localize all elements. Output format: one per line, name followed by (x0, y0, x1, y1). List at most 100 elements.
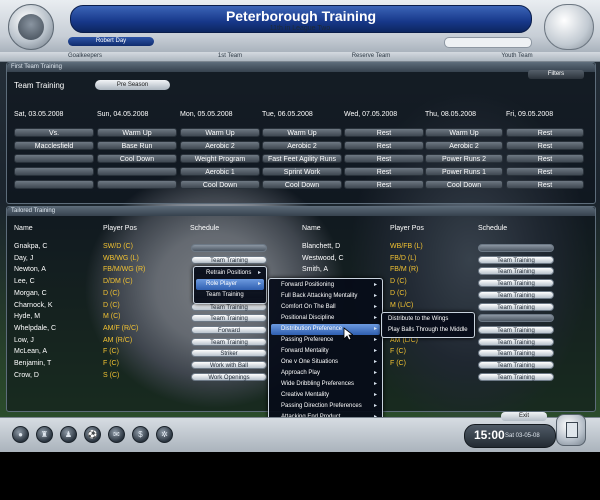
menu-item-role[interactable]: Positional Discipline ▸ (271, 313, 380, 324)
training-slot[interactable]: Sprint Work (262, 167, 342, 176)
training-slot[interactable]: Macclesfield (14, 141, 94, 150)
player-name[interactable]: Benjamin, T (14, 360, 51, 367)
training-slot[interactable]: Weight Program (180, 154, 260, 163)
training-slot[interactable]: Fast Feet Agility Runs (262, 154, 342, 163)
schedule-dropdown[interactable]: Striker (191, 349, 267, 357)
training-slot[interactable]: Aerobic 2 (262, 141, 342, 150)
schedule-dropdown[interactable]: Team Training (478, 303, 554, 311)
training-slot[interactable]: Aerobic 2 (180, 141, 260, 150)
training-slot[interactable]: Aerobic 2 (425, 141, 503, 150)
player-name[interactable]: Smith, A (302, 266, 328, 273)
schedule-dropdown[interactable]: Team Training (478, 256, 554, 264)
training-slot[interactable]: Rest (506, 167, 584, 176)
menu-item-role[interactable]: Passing Preference ▸ (271, 335, 380, 346)
filters-button[interactable]: Filters (528, 70, 584, 79)
player-selector[interactable]: Robert Day (68, 37, 154, 46)
menu-item-role[interactable]: Full Back Attacking Mentality ▸ (271, 291, 380, 302)
training-slot[interactable]: Rest (506, 180, 584, 189)
training-slot[interactable]: Rest (344, 141, 424, 150)
schedule-dropdown[interactable]: Team Training (478, 338, 554, 346)
schedule-dropdown[interactable]: Team Training (478, 267, 554, 275)
player-name[interactable]: Gnakpa, C (14, 243, 47, 250)
player-name[interactable]: Day, J (14, 255, 33, 262)
exit-button[interactable]: Exit (501, 412, 547, 421)
schedule-dropdown[interactable] (191, 244, 267, 252)
training-slot[interactable]: Warm Up (425, 128, 503, 137)
tab-youth-team[interactable]: Youth Team (452, 52, 582, 61)
header-menu-button[interactable] (544, 4, 594, 50)
home-button[interactable] (8, 4, 54, 50)
training-slot[interactable]: Rest (344, 167, 424, 176)
menu-item-role[interactable]: Forward Positioning ▸ (271, 280, 380, 291)
training-slot[interactable]: Cool Down (262, 180, 342, 189)
menu-item-role[interactable]: Passing Direction Preferences ▸ (271, 401, 380, 412)
trophy-icon[interactable]: ♜ (36, 426, 53, 443)
continue-button[interactable] (556, 414, 586, 446)
training-slot[interactable]: Vs. (14, 128, 94, 137)
training-slot[interactable]: Warm Up (97, 128, 177, 137)
player-name[interactable]: Charnock, K (14, 302, 53, 309)
menu-item-role[interactable]: Approach Play ▸ (271, 368, 380, 379)
training-slot[interactable] (97, 167, 177, 176)
schedule-dropdown[interactable]: Forward (191, 326, 267, 334)
menu-item-role-player[interactable]: Role Player ▸ (196, 279, 264, 290)
player-name[interactable]: Whelpdale, C (14, 325, 56, 332)
player-name[interactable]: Morgan, C (14, 290, 47, 297)
player-name[interactable]: Westwood, C (302, 255, 344, 262)
training-slot[interactable]: Power Runs 2 (425, 154, 503, 163)
training-slot[interactable] (97, 180, 177, 189)
player-name[interactable]: Blanchett, D (302, 243, 340, 250)
player-name[interactable]: Newton, A (14, 266, 46, 273)
menu-item-team-training[interactable]: Team Training (196, 290, 264, 301)
training-slot[interactable]: Rest (344, 154, 424, 163)
training-slot[interactable]: Cool Down (97, 154, 177, 163)
schedule-dropdown[interactable]: Team Training (478, 279, 554, 287)
player-name[interactable]: McLean, A (14, 348, 47, 355)
tactics-icon[interactable]: ⚽ (84, 426, 101, 443)
training-slot[interactable] (14, 154, 94, 163)
schedule-dropdown[interactable]: Team Training (478, 349, 554, 357)
settings-gear-icon[interactable]: ✲ (156, 426, 173, 443)
schedule-dropdown[interactable]: Team Training (191, 338, 267, 346)
training-mode-dropdown[interactable]: Pre Season (95, 80, 170, 90)
training-slot[interactable]: Warm Up (180, 128, 260, 137)
schedule-dropdown[interactable]: Team Training (191, 303, 267, 311)
training-slot[interactable] (14, 180, 94, 189)
schedule-dropdown[interactable]: Team Training (191, 314, 267, 322)
schedule-dropdown[interactable]: Team Training (478, 291, 554, 299)
training-slot[interactable] (14, 167, 94, 176)
training-slot[interactable]: Rest (506, 128, 584, 137)
tab-first-team[interactable]: 1st Team (165, 52, 295, 61)
training-slot[interactable]: Warm Up (262, 128, 342, 137)
training-slot[interactable]: Rest (506, 154, 584, 163)
squad-icon[interactable]: ♟ (60, 426, 77, 443)
tab-goalkeepers[interactable]: Goalkeepers (20, 52, 150, 61)
training-slot[interactable]: Power Runs 1 (425, 167, 503, 176)
training-slot[interactable]: Aerobic 1 (180, 167, 260, 176)
menu-item-role[interactable]: Distribution Preference ▸ (271, 324, 380, 335)
player-name[interactable]: Hyde, M (14, 313, 40, 320)
menu-item-play-through-middle[interactable]: Play Balls Through the Middle (384, 325, 472, 336)
training-slot[interactable]: Rest (506, 141, 584, 150)
menu-item-role[interactable]: Forward Mentality ▸ (271, 346, 380, 357)
search-input[interactable] (444, 37, 532, 48)
player-name[interactable]: Crow, D (14, 372, 39, 379)
training-slot[interactable]: Rest (344, 180, 424, 189)
schedule-dropdown[interactable]: Work with Ball (191, 361, 267, 369)
news-icon[interactable]: ✉ (108, 426, 125, 443)
schedule-dropdown[interactable]: Team Training (478, 326, 554, 334)
player-name[interactable]: Low, J (14, 337, 34, 344)
menu-item-role[interactable]: Creative Mentality ▸ (271, 390, 380, 401)
schedule-dropdown[interactable] (478, 244, 554, 252)
training-slot[interactable]: Cool Down (180, 180, 260, 189)
schedule-dropdown[interactable] (478, 314, 554, 322)
training-slot[interactable]: Cool Down (425, 180, 503, 189)
schedule-dropdown[interactable]: Team Training (191, 256, 267, 264)
menu-item-role[interactable]: Comfort On The Ball ▸ (271, 302, 380, 313)
training-slot[interactable]: Base Run (97, 141, 177, 150)
finance-icon[interactable]: $ (132, 426, 149, 443)
home-icon[interactable]: ● (12, 426, 29, 443)
schedule-dropdown[interactable]: Team Training (478, 373, 554, 381)
menu-item-distribute-wings[interactable]: Distribute to the Wings (384, 314, 472, 325)
player-name[interactable]: Lee, C (14, 278, 35, 285)
